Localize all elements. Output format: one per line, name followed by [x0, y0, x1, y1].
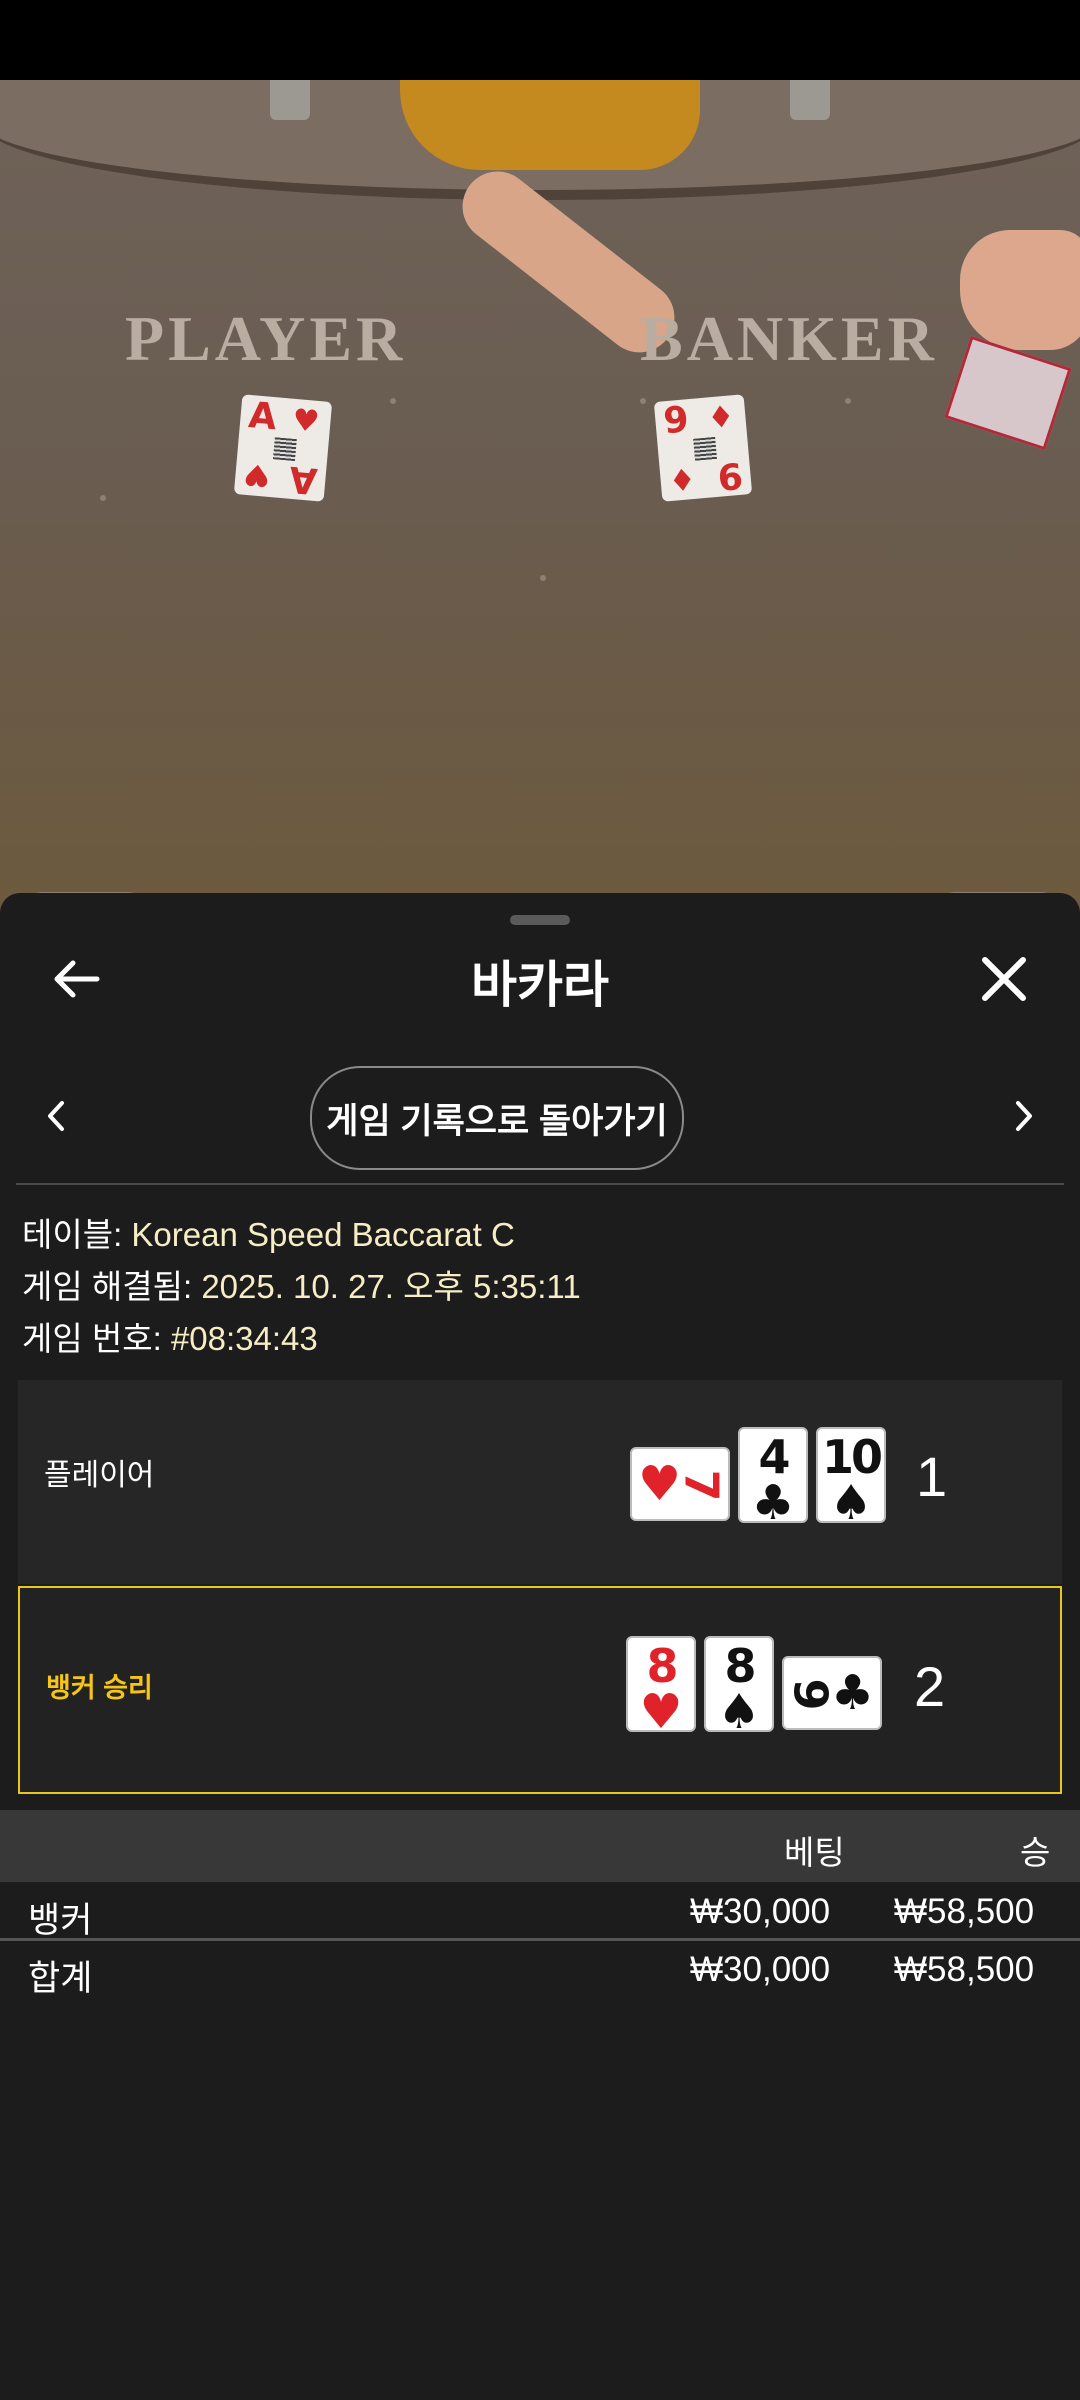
info-table-value: Korean Speed Baccarat C [131, 1216, 515, 1253]
felt-dot [640, 398, 646, 404]
playing-card: 8 ♥ [626, 1636, 696, 1736]
info-resolved-value: 2025. 10. 27. 오후 5:35:11 [201, 1268, 581, 1305]
live-video-stream[interactable]: PLAYER BANKER A♥ ♥A 9♦ ♦9 1 0 [0, 80, 1080, 920]
playing-card: ♥ 7 [630, 1447, 730, 1521]
info-resolved: 게임 해결됨: 2025. 10. 27. 오후 5:35:11 [22, 1260, 581, 1308]
felt-dot [540, 575, 546, 581]
felt-player-label: PLAYER [125, 303, 407, 374]
player-hand-label: 플레이어 [44, 1459, 155, 1492]
drag-handle[interactable] [510, 915, 570, 925]
playing-card: 4 ♣ [738, 1427, 808, 1527]
info-game-number-label: 게임 번호: [22, 1320, 171, 1357]
bet-row-name: 뱅커 [28, 1901, 93, 1940]
bet-row-amount: ₩30,000 [690, 1892, 831, 1931]
player-hand-row: 플레이어 ♥ 7 4 ♣ 10 ♠ 1 [18, 1380, 1062, 1584]
bet-row-win: ₩58,500 [894, 1892, 1035, 1931]
table-player-card: A ♥ ♥ A [233, 394, 333, 502]
header-bet: 베팅 [784, 1834, 845, 1871]
player-hand-total: 1 [916, 1445, 948, 1508]
info-table-label: 테이블: [22, 1216, 132, 1253]
return-to-history-button[interactable]: 게임 기록으로 돌아가기 [310, 1066, 684, 1170]
felt-banker-label: BANKER [640, 303, 938, 374]
page-title: 바카라 [471, 957, 609, 1013]
row-separator [0, 1938, 1080, 1941]
info-resolved-label: 게임 해결됨: [22, 1268, 202, 1305]
banker-hand-row: 뱅커 승리 8 ♥ 8 ♠ 9 ♣ 2 [18, 1586, 1062, 1794]
prev-game-button[interactable] [26, 1076, 86, 1156]
bets-table-header: 베팅 승 [0, 1810, 1080, 1882]
chair-back [270, 80, 310, 120]
playing-card: 10 ♠ [816, 1427, 886, 1527]
dealer-sleeve [400, 80, 700, 170]
dealer-hand [960, 230, 1080, 350]
chevron-right-icon [1016, 1101, 1032, 1131]
next-game-button[interactable] [994, 1076, 1054, 1156]
info-table: 테이블: Korean Speed Baccarat C [22, 1208, 515, 1256]
playing-card: 8 ♠ [704, 1636, 774, 1736]
divider [16, 1183, 1064, 1185]
close-icon [982, 957, 1026, 1001]
banker-win-label: 뱅커 승리 [46, 1673, 153, 1703]
info-game-number: 게임 번호: #08:34:43 [22, 1312, 318, 1360]
status-bar [0, 0, 1080, 80]
banker-hand-total: 2 [914, 1655, 946, 1718]
playing-card: 9 ♣ [782, 1656, 882, 1730]
header-win: 승 [1020, 1834, 1051, 1871]
shoe-card [944, 335, 1072, 451]
chevron-left-icon [48, 1101, 64, 1131]
close-button[interactable] [964, 939, 1044, 1019]
total-row-bet: ₩30,000 [690, 1950, 831, 1989]
felt-dot [100, 495, 106, 501]
total-row-name: 합계 [28, 1959, 93, 1998]
chair-back [790, 80, 830, 120]
table-banker-card: 9 ♦ ♦ 9 [653, 394, 753, 502]
felt-dot [845, 398, 851, 404]
info-game-number-value: #08:34:43 [170, 1320, 318, 1357]
felt-dot [390, 398, 396, 404]
total-row-win: ₩58,500 [894, 1950, 1035, 1989]
